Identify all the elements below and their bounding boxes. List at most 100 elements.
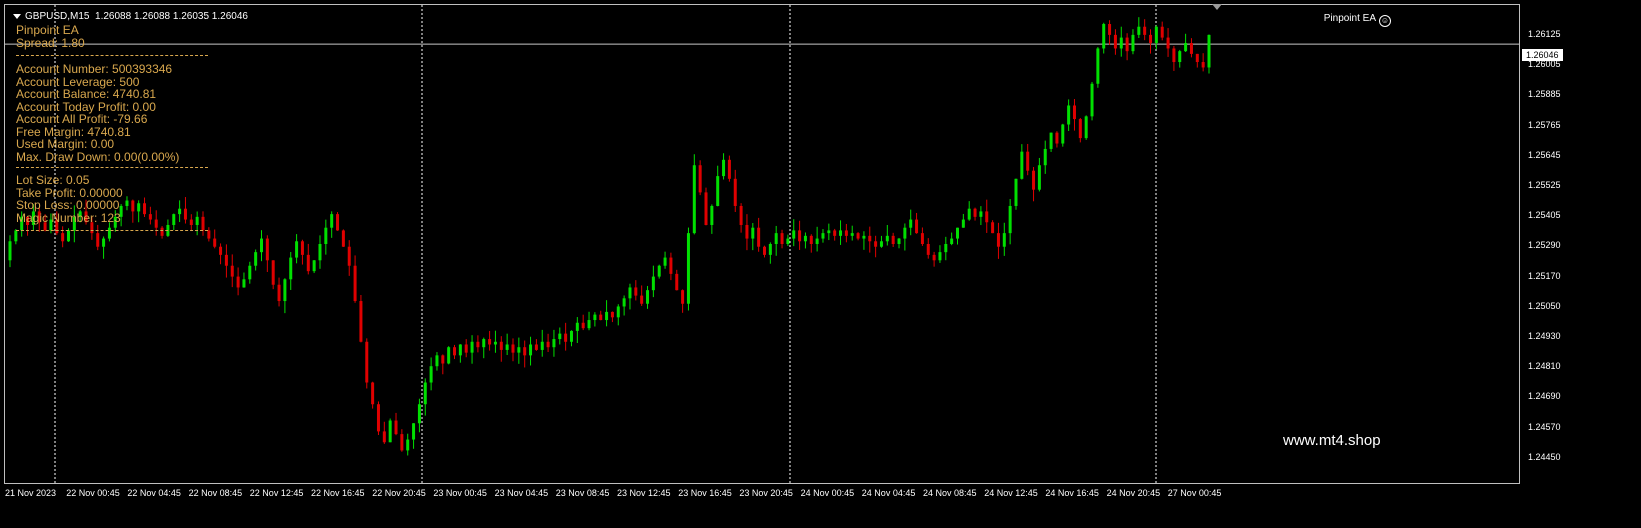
candle <box>540 329 544 357</box>
candle-body <box>897 238 901 244</box>
candle-body <box>172 214 176 225</box>
candle-body <box>727 159 731 179</box>
candle <box>915 212 919 234</box>
candle-body <box>201 216 205 231</box>
time-tick-label: 24 Nov 20:45 <box>1106 488 1161 498</box>
candle <box>704 187 708 226</box>
candle <box>236 267 240 296</box>
candle-body <box>213 238 217 247</box>
candle-body <box>599 314 603 321</box>
candle-body <box>336 214 340 231</box>
candle-body <box>1149 34 1153 44</box>
candle <box>429 357 433 391</box>
candle-body <box>341 230 345 247</box>
candle-body <box>967 208 971 220</box>
candle <box>347 240 351 276</box>
time-tick-label: 23 Nov 12:45 <box>617 488 671 498</box>
candle-body <box>1002 233 1006 247</box>
chart-area[interactable]: GBPUSD,M15 1.26088 1.26088 1.26035 1.260… <box>4 4 1520 484</box>
price-tick-label: 1.25405 <box>1528 210 1561 221</box>
candle <box>856 232 860 241</box>
candle <box>1096 47 1100 88</box>
candle-body <box>265 238 269 261</box>
candle-body <box>1108 24 1112 35</box>
candle <box>1189 38 1193 58</box>
candle-body <box>488 339 492 345</box>
candle <box>417 398 421 433</box>
candle-body <box>447 347 451 364</box>
info-line: Lot Size: 0.05 <box>16 173 90 187</box>
candle-body <box>885 235 889 242</box>
candle-body <box>891 235 895 244</box>
candle <box>1125 33 1129 61</box>
candle-body <box>1049 132 1053 149</box>
candle <box>575 317 579 344</box>
candle-body <box>1207 34 1211 68</box>
candle <box>283 278 287 314</box>
info-separator <box>16 230 208 231</box>
candle <box>593 312 597 327</box>
candle <box>558 327 562 345</box>
candle <box>803 232 807 249</box>
candle <box>365 338 369 389</box>
candle-body <box>622 298 626 307</box>
candle <box>458 344 462 363</box>
candle <box>985 199 989 233</box>
candle-body <box>283 279 287 302</box>
candle <box>534 339 538 351</box>
candle <box>768 242 772 264</box>
candle <box>716 165 720 207</box>
candle-body <box>1037 165 1041 190</box>
candle <box>1137 17 1141 38</box>
candle-body <box>1143 26 1147 35</box>
candle-body <box>131 200 135 212</box>
chart-menu-triangle-icon[interactable] <box>13 13 21 19</box>
candle-body <box>429 366 433 383</box>
candle-body <box>751 227 755 239</box>
candle <box>622 295 626 316</box>
candle <box>143 197 147 218</box>
info-line: Stop Loss: 0.00000 <box>16 198 120 212</box>
candle <box>599 310 603 321</box>
candle-body <box>230 265 234 277</box>
candle-body <box>178 208 182 215</box>
candle <box>295 234 299 264</box>
candle-body <box>587 320 591 329</box>
chart-shift-marker-icon[interactable] <box>1212 4 1222 10</box>
candle <box>318 235 322 269</box>
candle <box>382 421 386 444</box>
candle-body <box>809 235 813 244</box>
candle-body <box>646 290 650 304</box>
candle <box>353 255 357 303</box>
candle <box>8 235 12 268</box>
candle <box>330 211 334 238</box>
candle-body <box>575 322 579 331</box>
candle-body <box>359 301 363 342</box>
candle <box>96 224 100 251</box>
candle <box>1102 22 1106 54</box>
candle-body <box>499 341 503 350</box>
candle-body <box>295 241 299 258</box>
candle <box>131 199 135 223</box>
candle <box>634 280 638 301</box>
candle-body <box>979 211 983 217</box>
expert-advisor-label[interactable]: Pinpoint EA ☺ <box>1324 13 1391 27</box>
candle-body <box>406 439 410 451</box>
candle <box>692 154 696 235</box>
candle <box>453 344 457 360</box>
candle <box>412 423 416 449</box>
time-tick-label: 22 Nov 00:45 <box>66 488 120 498</box>
candle <box>230 254 234 288</box>
candle-body <box>195 216 199 225</box>
candle-body <box>259 238 263 253</box>
candle-body <box>663 257 667 266</box>
candle <box>967 201 971 221</box>
candle <box>938 245 942 263</box>
candle <box>224 244 228 278</box>
candle <box>815 226 819 252</box>
candle <box>493 330 497 353</box>
candle-body <box>768 244 772 255</box>
candle-body <box>324 227 328 244</box>
candle <box>447 346 451 365</box>
candle <box>1113 29 1117 55</box>
